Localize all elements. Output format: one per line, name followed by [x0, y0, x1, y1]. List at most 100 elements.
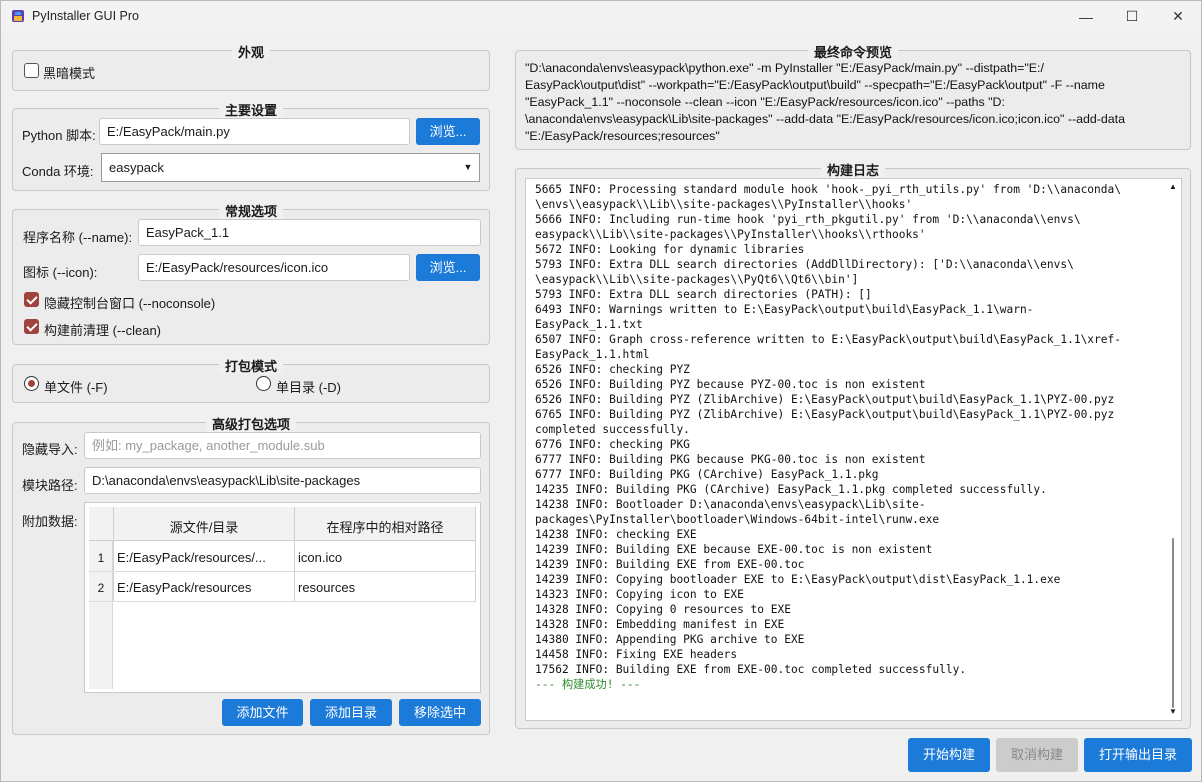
build-log-title: 构建日志: [820, 163, 885, 178]
build-log-output[interactable]: 5665 INFO: Processing standard module ho…: [525, 178, 1182, 721]
log-line: 14328 INFO: Embedding manifest in EXE: [535, 618, 785, 631]
add-file-button[interactable]: 添加文件: [222, 699, 303, 726]
log-line: 6507 INFO: Graph cross-reference written…: [535, 333, 1121, 346]
remove-selected-button[interactable]: 移除选中: [399, 699, 481, 726]
log-line: packages\PyInstaller\bootloader\Windows-…: [535, 513, 940, 526]
script-browse-button[interactable]: 浏览...: [416, 118, 480, 145]
log-line: 6776 INFO: checking PKG: [535, 438, 690, 451]
log-line: 6765 INFO: Building PYZ (ZlibArchive) E:…: [535, 408, 1115, 421]
row-source[interactable]: E:/EasyPack/resources/...: [117, 550, 291, 565]
script-input[interactable]: E:/EasyPack/main.py: [99, 118, 410, 145]
app-logo-icon: [12, 10, 24, 22]
app-window: PyInstaller GUI Pro — ☐ ✕ 外观 黑暗模式 主要设置 P…: [0, 0, 1202, 782]
row-number: 1: [97, 551, 105, 565]
log-line: easypack\\Lib\\site-packages\\PyInstalle…: [535, 228, 926, 241]
script-label: Python 脚本:: [22, 128, 96, 143]
log-line: 5793 INFO: Extra DLL search directories …: [535, 288, 872, 301]
log-line: \easypack\\Lib\\site-packages\\PyQt6\\Qt…: [535, 273, 859, 286]
log-line: 14380 INFO: Appending PKG archive to EXE: [535, 633, 805, 646]
add-data-label: 附加数据:: [22, 514, 78, 529]
conda-env-value: easypack: [109, 160, 164, 175]
column-header-source[interactable]: 源文件/目录: [114, 517, 294, 536]
column-header-dest[interactable]: 在程序中的相对路径: [295, 517, 475, 536]
log-line: \envs\\easypack\\Lib\\site-packages\\PyI…: [535, 198, 913, 211]
icon-browse-button[interactable]: 浏览...: [416, 254, 480, 281]
general-options-title: 常规选项: [218, 204, 283, 219]
onedir-radio[interactable]: [256, 376, 271, 391]
log-line: 6777 INFO: Building PKG (CArchive) EasyP…: [535, 468, 879, 481]
command-preview-title: 最终命令预览: [807, 45, 898, 60]
appearance-title: 外观: [231, 45, 270, 60]
dark-mode-checkbox[interactable]: [24, 63, 39, 78]
icon-input[interactable]: E:/EasyPack/resources/icon.ico: [138, 254, 410, 281]
log-line: 14239 INFO: Copying bootloader EXE to E:…: [535, 573, 1061, 586]
dark-mode-label: 黑暗模式: [43, 66, 96, 81]
log-line: 14239 INFO: Building EXE from EXE-00.toc: [535, 558, 805, 571]
clean-checkbox[interactable]: [24, 319, 39, 334]
log-line: 5793 INFO: Extra DLL search directories …: [535, 258, 1074, 271]
pack-mode-group: 打包模式 单文件 (-F) 单目录 (-D): [12, 359, 490, 403]
name-label: 程序名称 (--name):: [23, 230, 133, 245]
command-line: EasyPack\output\dist" --workpath="E:/Eas…: [525, 78, 1105, 92]
open-output-button[interactable]: 打开输出目录: [1084, 738, 1192, 772]
log-line: 14238 INFO: checking EXE: [535, 528, 697, 541]
log-line: 6493 INFO: Warnings written to E:\EasyPa…: [535, 303, 1034, 316]
conda-env-select[interactable]: easypack ▼: [101, 153, 480, 182]
add-data-table[interactable]: 源文件/目录 在程序中的相对路径 1 E:/EasyPack/resources…: [84, 502, 481, 693]
command-line: "D:\anaconda\envs\easypack\python.exe" -…: [525, 61, 1044, 75]
icon-label: 图标 (--icon):: [23, 265, 98, 280]
command-preview-group: 最终命令预览 "D:\anaconda\envs\easypack\python…: [515, 45, 1191, 150]
start-build-button[interactable]: 开始构建: [908, 738, 990, 772]
scroll-up-icon[interactable]: ▲: [1168, 183, 1178, 191]
command-line: "EasyPack_1.1" --noconsole --clean --ico…: [525, 95, 1005, 109]
row-dest[interactable]: resources: [298, 580, 472, 595]
scroll-thumb[interactable]: [1172, 538, 1174, 708]
log-line: 14235 INFO: Building PKG (CArchive) Easy…: [535, 483, 1047, 496]
add-dir-button[interactable]: 添加目录: [310, 699, 392, 726]
close-button[interactable]: ✕: [1155, 1, 1201, 32]
onefile-radio[interactable]: [24, 376, 39, 391]
log-line: 5672 INFO: Looking for dynamic libraries: [535, 243, 805, 256]
log-line: EasyPack_1.1.html: [535, 348, 650, 361]
general-options-group: 常规选项 程序名称 (--name): EasyPack_1.1 图标 (--i…: [12, 204, 490, 345]
scroll-down-icon[interactable]: ▼: [1168, 708, 1178, 716]
conda-label: Conda 环境:: [22, 164, 94, 179]
log-line: 14328 INFO: Copying 0 resources to EXE: [535, 603, 791, 616]
log-line: EasyPack_1.1.txt: [535, 318, 643, 331]
title-bar[interactable]: PyInstaller GUI Pro — ☐ ✕: [1, 1, 1201, 32]
appearance-group: 外观 黑暗模式: [12, 45, 490, 91]
hidden-import-input[interactable]: 例如: my_package, another_module.sub: [84, 432, 481, 459]
main-settings-group: 主要设置 Python 脚本: E:/EasyPack/main.py 浏览..…: [12, 103, 490, 191]
row-dest[interactable]: icon.ico: [298, 550, 472, 565]
minimize-button[interactable]: —: [1063, 1, 1109, 32]
command-line: \anaconda\envs\easypack\Lib\site-package…: [525, 112, 1126, 126]
row-number: 2: [97, 581, 105, 595]
name-input[interactable]: EasyPack_1.1: [138, 219, 481, 246]
log-line: 17562 INFO: Building EXE from EXE-00.toc…: [535, 663, 967, 676]
log-line: 6777 INFO: Building PKG because PKG-00.t…: [535, 453, 926, 466]
pack-mode-title: 打包模式: [218, 359, 283, 374]
main-settings-title: 主要设置: [218, 103, 283, 118]
log-line: 5665 INFO: Processing standard module ho…: [535, 183, 1121, 196]
command-preview-text: "D:\anaconda\envs\easypack\python.exe" -…: [525, 60, 1185, 145]
cancel-build-button[interactable]: 取消构建: [996, 738, 1078, 772]
log-line: 14458 INFO: Fixing EXE headers: [535, 648, 738, 661]
log-line: 6526 INFO: Building PYZ (ZlibArchive) E:…: [535, 393, 1115, 406]
command-line: "E:/EasyPack/resources;resources": [525, 129, 720, 143]
log-line: 14323 INFO: Copying icon to EXE: [535, 588, 744, 601]
noconsole-checkbox[interactable]: [24, 292, 39, 307]
build-log-group: 构建日志 5665 INFO: Processing standard modu…: [515, 163, 1191, 729]
log-scrollbar[interactable]: ▲ ▼: [1168, 183, 1178, 716]
advanced-options-title: 高级打包选项: [205, 417, 296, 432]
module-paths-input[interactable]: D:\anaconda\envs\easypack\Lib\site-packa…: [84, 467, 481, 494]
maximize-button[interactable]: ☐: [1109, 1, 1155, 32]
row-source[interactable]: E:/EasyPack/resources: [117, 580, 291, 595]
noconsole-label: 隐藏控制台窗口 (--noconsole): [44, 296, 216, 311]
log-line: 6526 INFO: checking PYZ: [535, 363, 690, 376]
window-title: PyInstaller GUI Pro: [32, 9, 139, 23]
onedir-label: 单目录 (-D): [276, 380, 341, 395]
chevron-down-icon: ▼: [463, 162, 473, 172]
log-line: completed successfully.: [535, 423, 690, 436]
log-lines: 5665 INFO: Processing standard module ho…: [535, 182, 1121, 692]
hidden-import-label: 隐藏导入:: [22, 442, 78, 457]
